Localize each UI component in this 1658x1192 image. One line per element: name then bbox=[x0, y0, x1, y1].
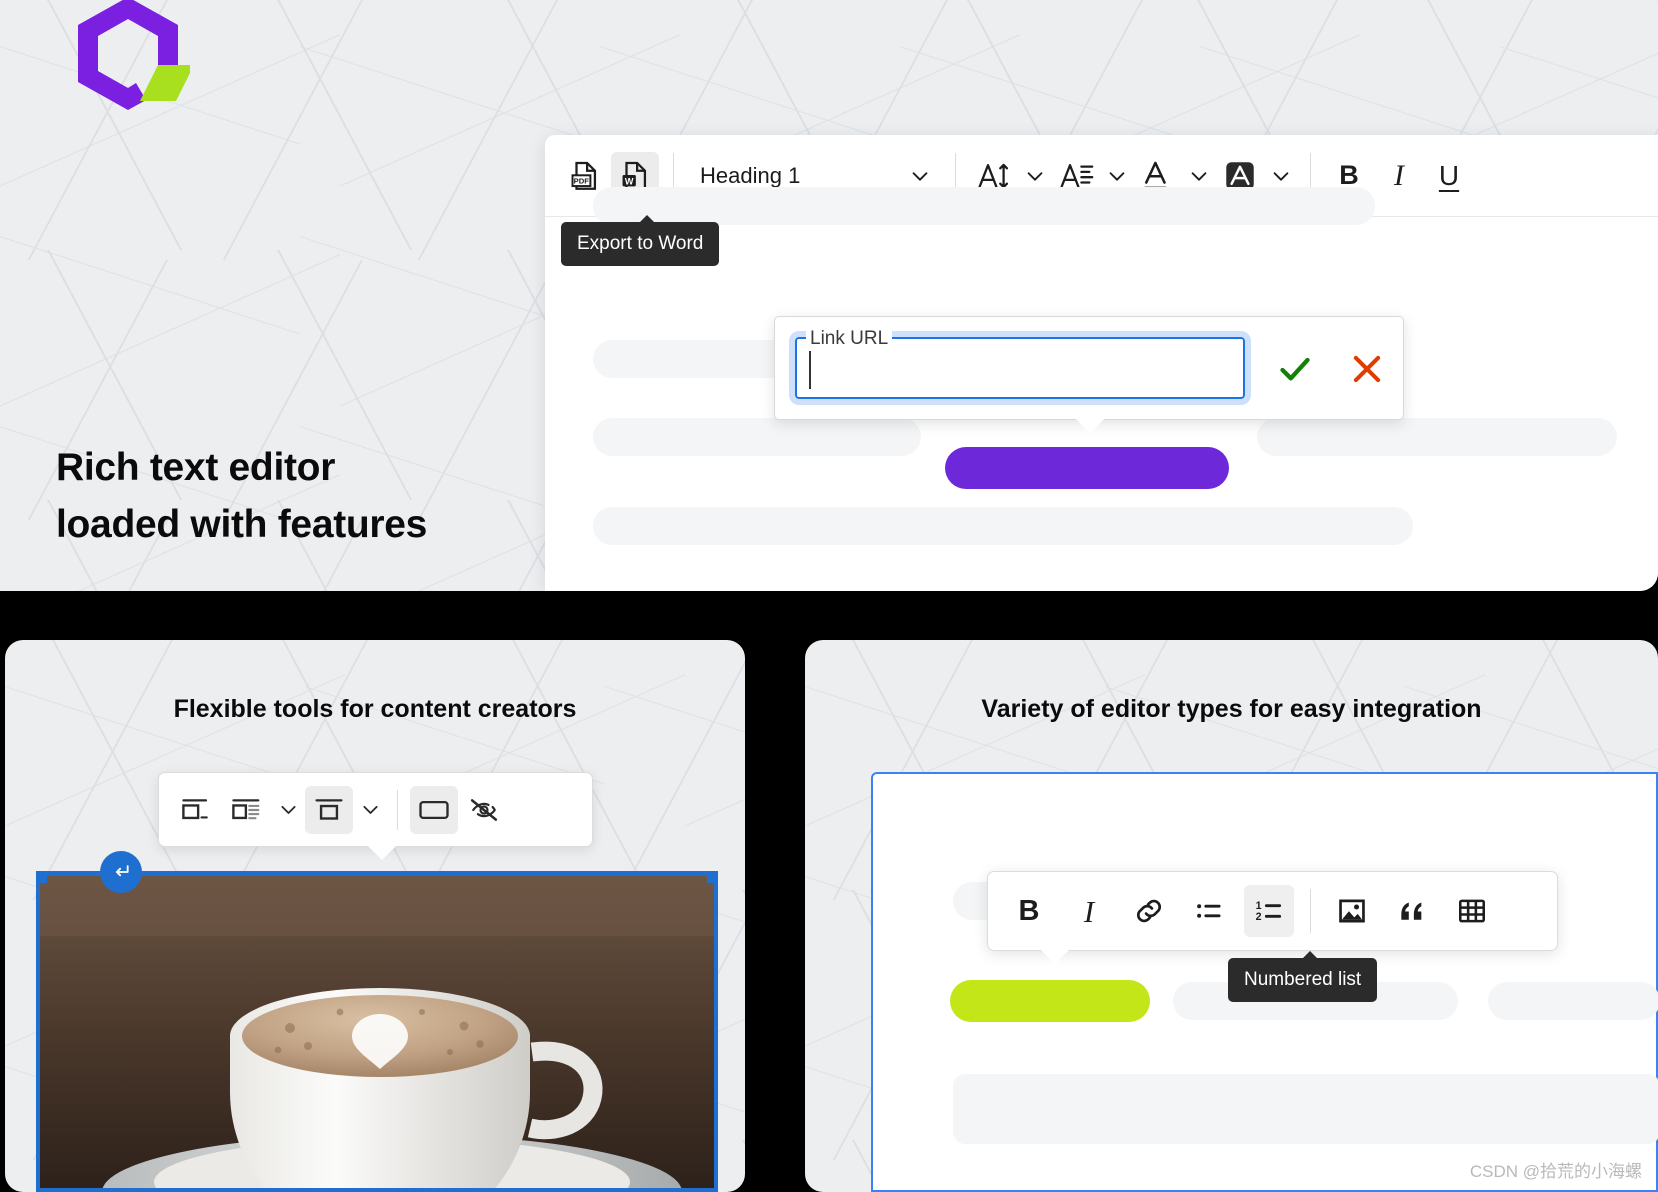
document-line bbox=[1257, 418, 1617, 456]
wrap-options-chevron-down-icon[interactable] bbox=[273, 788, 303, 832]
page-title: Rich text editor loaded with features bbox=[56, 440, 427, 553]
highlighted-text-pill bbox=[950, 980, 1150, 1022]
svg-text:PDF: PDF bbox=[574, 176, 590, 185]
card-title-right: Variety of editor types for easy integra… bbox=[981, 695, 1482, 723]
close-x-icon bbox=[1353, 355, 1381, 383]
blockquote-button[interactable] bbox=[1387, 885, 1437, 937]
inline-format-toolbar: B I 1 2 bbox=[987, 871, 1558, 964]
image-full-width-icon bbox=[419, 800, 449, 819]
check-icon bbox=[1280, 357, 1310, 381]
hero-panel: Rich text editor loaded with features PD… bbox=[0, 0, 1658, 591]
tooltip-arrow bbox=[639, 215, 655, 223]
image-enter-return-icon[interactable] bbox=[100, 851, 142, 893]
insert-table-button[interactable] bbox=[1447, 885, 1497, 937]
link-url-dialog: Link URL bbox=[774, 316, 1404, 434]
align-wrap-text-button[interactable] bbox=[223, 786, 271, 834]
svg-text:2: 2 bbox=[1256, 911, 1262, 923]
italic-icon: I bbox=[1394, 158, 1404, 192]
italic-button[interactable]: I bbox=[1064, 885, 1114, 937]
watermark-text: CSDN @拾荒的小海螺 bbox=[1469, 1162, 1642, 1181]
image-icon bbox=[1339, 899, 1365, 923]
text-cursor bbox=[809, 351, 811, 389]
selected-text-highlight bbox=[945, 447, 1229, 489]
card-title-left: Flexible tools for content creators bbox=[173, 695, 577, 723]
numbered-list-icon: 1 2 bbox=[1256, 900, 1282, 923]
bulleted-list-icon bbox=[1197, 904, 1221, 918]
svg-text:1: 1 bbox=[1256, 900, 1262, 912]
insert-image-button[interactable] bbox=[1327, 885, 1377, 937]
headline-line-2: loaded with features bbox=[56, 502, 428, 546]
cappuccino-cup-photo bbox=[40, 876, 714, 1188]
link-url-input[interactable]: Link URL bbox=[789, 328, 1251, 405]
italic-icon: I bbox=[1083, 893, 1095, 929]
bold-icon: B bbox=[1018, 894, 1040, 927]
tooltip-numbered-list: Numbered list bbox=[1228, 951, 1378, 1002]
bold-button[interactable]: B bbox=[1004, 885, 1054, 937]
align-full-width-button[interactable] bbox=[410, 785, 458, 834]
cancel-link-button[interactable] bbox=[1345, 347, 1389, 391]
link-button[interactable] bbox=[1124, 885, 1174, 937]
document-line bbox=[1488, 982, 1658, 1020]
numbered-list-button[interactable]: 1 2 bbox=[1244, 885, 1294, 937]
image-inline-left-icon bbox=[182, 798, 208, 819]
toolbar-divider bbox=[1310, 889, 1311, 933]
document-line bbox=[593, 507, 1413, 545]
screenshot-root: Rich text editor loaded with features PD… bbox=[0, 0, 1658, 1192]
image-wrap-text-icon bbox=[232, 798, 260, 819]
toolbar-divider bbox=[397, 789, 398, 830]
align-block-center-button[interactable] bbox=[305, 785, 353, 834]
svg-text:W: W bbox=[625, 176, 634, 186]
block-options-chevron-down-icon[interactable] bbox=[355, 788, 385, 832]
underline-icon: U bbox=[1438, 159, 1460, 191]
resize-handle-top-right[interactable] bbox=[707, 876, 714, 883]
image-alignment-toolbar bbox=[158, 772, 593, 860]
paragraph-style-value: Heading 1 bbox=[700, 162, 801, 188]
eye-off-icon bbox=[470, 798, 498, 821]
tooltip-label: Numbered list bbox=[1244, 969, 1362, 990]
quote-icon bbox=[1401, 902, 1422, 920]
image-block-center-icon bbox=[315, 798, 343, 820]
link-url-label: Link URL bbox=[806, 328, 893, 350]
italic-button[interactable]: I bbox=[1375, 152, 1423, 200]
bulleted-list-button[interactable] bbox=[1184, 885, 1234, 937]
align-inline-left-button[interactable] bbox=[173, 786, 221, 834]
link-chain-icon bbox=[1136, 899, 1162, 923]
toggle-caption-button[interactable] bbox=[460, 786, 508, 834]
table-icon bbox=[1459, 899, 1486, 923]
document-line bbox=[593, 187, 1375, 225]
hexagon-leaf-logo bbox=[66, 0, 194, 118]
tooltip-arrow bbox=[1302, 951, 1318, 959]
accept-link-button[interactable] bbox=[1273, 347, 1317, 391]
document-block bbox=[953, 1074, 1658, 1144]
document-line bbox=[593, 418, 921, 456]
resize-handle-top-left[interactable] bbox=[40, 876, 47, 883]
bold-icon: B bbox=[1339, 160, 1359, 190]
selected-image-frame[interactable] bbox=[36, 871, 718, 1192]
underline-button[interactable]: U bbox=[1425, 152, 1473, 200]
tooltip-export-to-word: Export to Word bbox=[561, 215, 720, 266]
tooltip-label: Export to Word bbox=[577, 233, 704, 254]
headline-line-1: Rich text editor bbox=[56, 446, 336, 489]
